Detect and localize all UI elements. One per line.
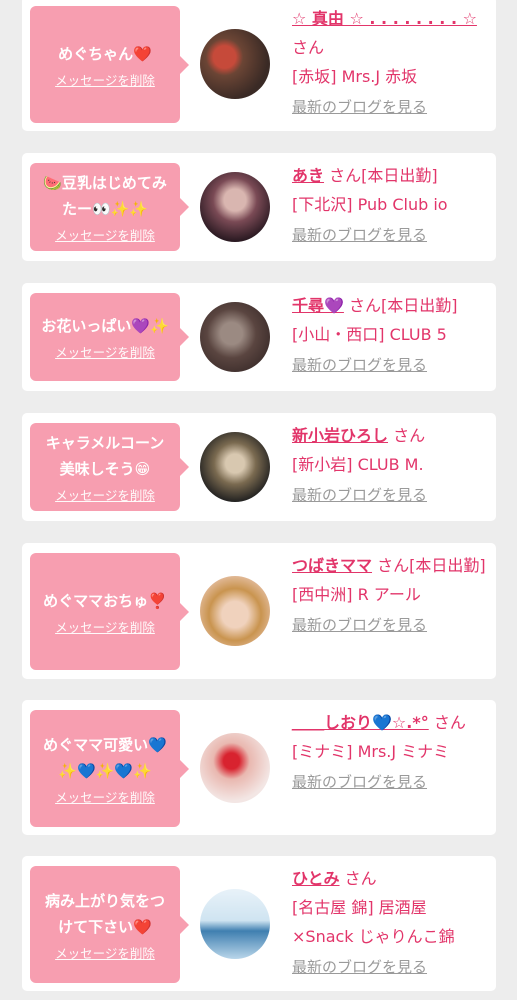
sender-info: つばきママ さん[本日出勤] [西中洲] R アール 最新のブログを見る [292,551,486,640]
sender-info: 千尋💜 さん[本日出勤] [小山・西口] CLUB 5 最新のブログを見る [292,291,486,380]
sender-name-link[interactable]: 新小岩ひろし [292,426,388,445]
sender-name-link[interactable]: ☆ 真由 ☆ . . . . . . . . ☆ [292,9,477,28]
blog-link[interactable]: 最新のブログを見る [292,221,427,250]
message-text: めぐちゃん❤️ [58,44,152,63]
sender-info: ☆ 真由 ☆ . . . . . . . . ☆ さん [赤坂] Mrs.J 赤… [292,4,486,122]
avatar[interactable] [200,29,270,99]
delete-message-link[interactable]: メッセージを削除 [55,345,155,361]
blog-link[interactable]: 最新のブログを見る [292,93,427,122]
sender-name-link[interactable]: あき [292,166,324,185]
message-text: めぐママおちゅ❣️ [43,591,167,610]
shop-label: [下北沢] Pub Club io [292,195,448,214]
message-card: お花いっぱい💜✨ メッセージを削除 千尋💜 さん[本日出勤] [小山・西口] C… [22,283,496,391]
message-card: めぐちゃん❤️ メッセージを削除 ☆ 真由 ☆ . . . . . . . . … [22,0,496,131]
message-card: 🍉豆乳はじめてみたー👀✨✨ メッセージを削除 あき さん[本日出勤] [下北沢]… [22,153,496,261]
delete-message-link[interactable]: メッセージを削除 [55,620,155,636]
message-text: キャラメルコーン美味しそう😁 [45,434,165,478]
sender-name-link[interactable]: ひとみ [292,869,340,888]
sender-suffix: さん [393,426,426,445]
blog-link[interactable]: 最新のブログを見る [292,953,427,982]
blog-link[interactable]: 最新のブログを見る [292,351,427,380]
sender-info: 新小岩ひろし さん [新小岩] CLUB M. 最新のブログを見る [292,421,486,510]
delete-message-link[interactable]: メッセージを削除 [55,228,155,244]
delete-message-link[interactable]: メッセージを削除 [55,946,155,962]
message-bubble: めぐママおちゅ❣️ メッセージを削除 [30,553,189,670]
sender-suffix: さん [433,713,466,732]
sender-suffix: さん[本日出勤] [377,556,486,575]
sender-info: ひとみ さん [名古屋 錦] 居酒屋×Snack じゃりんこ錦 最新のブログを見… [292,864,486,982]
avatar[interactable] [200,302,270,372]
avatar[interactable] [200,889,270,959]
delete-message-link[interactable]: メッセージを削除 [55,488,155,504]
sender-name-link[interactable]: つばきママ [292,556,372,575]
avatar[interactable] [200,432,270,502]
delete-message-link[interactable]: メッセージを削除 [55,73,155,89]
shop-label: [赤坂] Mrs.J 赤坂 [292,67,418,86]
sender-suffix: さん[本日出勤] [329,166,438,185]
message-card: めぐママおちゅ❣️ メッセージを削除 つばきママ さん[本日出勤] [西中洲] … [22,543,496,679]
avatar[interactable] [200,172,270,242]
message-bubble: めぐママ可愛い💙✨💙✨💙✨ メッセージを削除 [30,710,189,827]
message-bubble: めぐちゃん❤️ メッセージを削除 [30,6,189,123]
message-bubble: 病み上がり気をつけて下さい❤️ メッセージを削除 [30,866,189,983]
shop-label: [小山・西口] CLUB 5 [292,325,447,344]
avatar[interactable] [200,733,270,803]
message-text: めぐママ可愛い💙✨💙✨💙✨ [43,735,167,780]
message-card: 病み上がり気をつけて下さい❤️ メッセージを削除 ひとみ さん [名古屋 錦] … [22,856,496,991]
sender-info: あき さん[本日出勤] [下北沢] Pub Club io 最新のブログを見る [292,161,486,250]
sender-suffix: さん [344,869,377,888]
message-text: 病み上がり気をつけて下さい❤️ [44,891,165,936]
blog-link[interactable]: 最新のブログを見る [292,611,427,640]
delete-message-link[interactable]: メッセージを削除 [55,790,155,806]
message-bubble: お花いっぱい💜✨ メッセージを削除 [30,293,189,381]
sender-suffix: さん[本日出勤] [349,296,458,315]
sender-name-link[interactable]: ＿＿しおり💙☆.*° [292,713,429,732]
message-text: 🍉豆乳はじめてみたー👀✨✨ [43,174,167,218]
shop-label: [名古屋 錦] 居酒屋×Snack じゃりんこ錦 [292,898,455,946]
shop-label: [ミナミ] Mrs.J ミナミ [292,742,450,761]
sender-name-link[interactable]: 千尋💜 [292,296,344,315]
sender-suffix: さん [292,38,325,57]
message-text: お花いっぱい💜✨ [41,317,169,335]
message-card: キャラメルコーン美味しそう😁 メッセージを削除 新小岩ひろし さん [新小岩] … [22,413,496,521]
shop-label: [西中洲] R アール [292,585,421,604]
sender-info: ＿＿しおり💙☆.*° さん [ミナミ] Mrs.J ミナミ 最新のブログを見る [292,708,486,797]
message-bubble: 🍉豆乳はじめてみたー👀✨✨ メッセージを削除 [30,163,189,251]
message-bubble: キャラメルコーン美味しそう😁 メッセージを削除 [30,423,189,511]
blog-link[interactable]: 最新のブログを見る [292,768,427,797]
blog-link[interactable]: 最新のブログを見る [292,481,427,510]
shop-label: [新小岩] CLUB M. [292,455,424,474]
message-card: めぐママ可愛い💙✨💙✨💙✨ メッセージを削除 ＿＿しおり💙☆.*° さん [ミナ… [22,700,496,835]
avatar[interactable] [200,576,270,646]
